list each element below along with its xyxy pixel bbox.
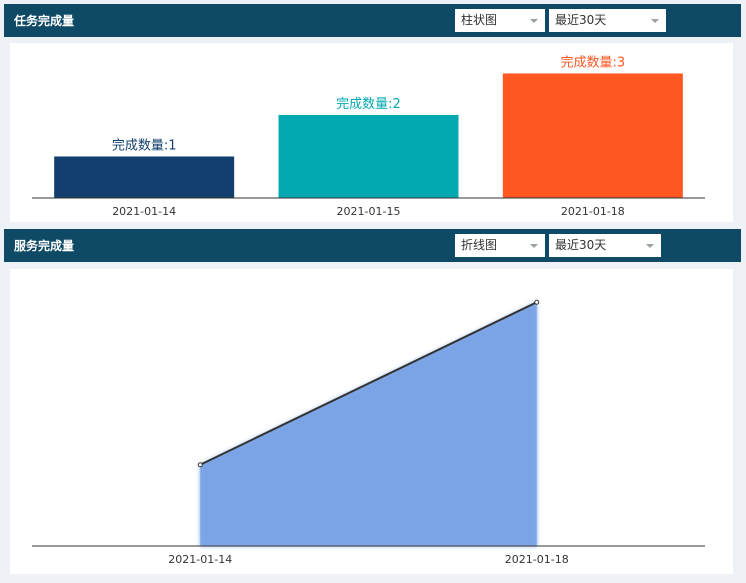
task-panel-title: 任务完成量 [14, 14, 75, 28]
bar [54, 156, 235, 198]
task-range-value: 最近30天 [555, 13, 607, 27]
x-tick-label: 2021-01-18 [561, 205, 625, 218]
data-label: 完成数量:2 [336, 97, 401, 112]
data-label: 完成数量:1 [112, 138, 177, 153]
service-chart-panel: 2021-01-14 2021-01-18 [10, 269, 733, 574]
data-label: 完成数量:3 [561, 55, 626, 70]
data-point [197, 462, 203, 468]
chevron-down-icon [530, 244, 538, 248]
x-tick-label: 2021-01-14 [168, 553, 232, 566]
area-fill-core [200, 302, 537, 546]
service-area-chart: 2021-01-14 2021-01-18 [32, 299, 705, 566]
data-point [534, 299, 540, 305]
chevron-down-icon [646, 244, 654, 248]
service-chart-type-select[interactable]: 折线图 [455, 234, 545, 257]
x-tick-label: 2021-01-14 [112, 205, 176, 218]
x-tick-label: 2021-01-18 [505, 553, 569, 566]
task-range-select[interactable]: 最近30天 [549, 9, 666, 32]
task-bar-chart: 完成数量:1 2021-01-14 完成数量:2 2021-01-15 完成数量:3 20… [32, 55, 705, 218]
x-tick-label: 2021-01-15 [337, 205, 401, 218]
bar [502, 73, 683, 198]
task-panel-header: 任务完成量 柱状图 最近30天 [4, 4, 741, 37]
service-chart-type-value: 折线图 [461, 238, 498, 252]
chevron-down-icon [530, 19, 538, 23]
task-chart-panel: 完成数量:1 2021-01-14 完成数量:2 2021-01-15 完成数量:3 20… [10, 43, 733, 222]
service-panel-title: 服务完成量 [14, 239, 75, 253]
task-chart-type-select[interactable]: 柱状图 [455, 9, 545, 32]
chevron-down-icon [651, 19, 659, 23]
bar [278, 114, 459, 198]
service-panel-header: 服务完成量 折线图 最近30天 [4, 229, 741, 262]
service-range-value: 最近30天 [555, 238, 607, 252]
service-range-select[interactable]: 最近30天 [549, 234, 661, 257]
task-chart-type-value: 柱状图 [461, 13, 498, 27]
